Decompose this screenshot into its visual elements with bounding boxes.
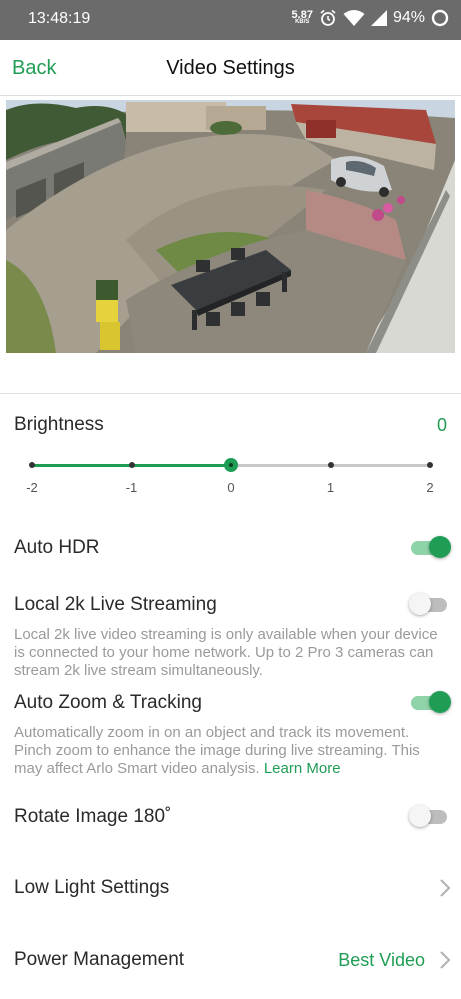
auto-zoom-toggle[interactable]: [411, 691, 451, 713]
rotate-image-label: Rotate Image 180˚: [14, 806, 172, 827]
toggle-knob: [409, 805, 431, 827]
toggle-knob: [429, 691, 451, 713]
page-title: Video Settings: [166, 57, 295, 79]
nav-bar: Back Video Settings: [0, 40, 461, 96]
slider-thumb[interactable]: [224, 458, 238, 472]
slider-tick-label: -1: [125, 480, 138, 495]
slider-tick-label: 0: [227, 480, 235, 495]
auto-zoom-description: Automatically zoom in on an object and t…: [14, 724, 444, 778]
low-light-settings-row[interactable]: Low Light Settings: [0, 862, 461, 914]
battery-icon: [431, 9, 449, 27]
slider-tick: [327, 462, 334, 468]
slider-tick: [29, 462, 35, 468]
local-2k-toggle[interactable]: [409, 593, 449, 615]
auto-hdr-toggle[interactable]: [411, 536, 451, 558]
auto-zoom-label: Auto Zoom & Tracking: [14, 692, 202, 713]
status-icons: 5.87 KB/S 94%: [292, 9, 449, 27]
slider-tick: [427, 462, 433, 468]
toggle-knob: [409, 593, 431, 615]
auto-hdr-label: Auto HDR: [14, 537, 100, 558]
network-speed-value: 5.87: [291, 8, 313, 21]
signal-icon: [370, 10, 387, 26]
brightness-label: Brightness: [14, 414, 104, 435]
wifi-icon: [343, 10, 365, 26]
network-speed-unit: KB/S: [295, 18, 310, 25]
network-speed: 5.87 KB/S: [291, 8, 313, 26]
camera-preview-image: [6, 100, 455, 353]
slider-tick-label: 2: [426, 480, 434, 495]
learn-more-link[interactable]: Learn More: [264, 760, 341, 777]
local-2k-label: Local 2k Live Streaming: [14, 594, 217, 615]
auto-zoom-description-text: Automatically zoom in on an object and t…: [14, 724, 420, 777]
power-management-row[interactable]: Power Management Best Video: [0, 934, 461, 986]
alarm-icon: [320, 9, 336, 26]
slider-tick-label: 1: [326, 480, 335, 495]
power-management-value: Best Video: [338, 950, 425, 970]
brightness-value: 0: [436, 415, 447, 435]
toggle-knob: [429, 536, 451, 558]
slider-tick-label: -2: [26, 480, 38, 495]
chevron-right-icon: [440, 879, 451, 897]
chevron-right-icon: [440, 951, 451, 969]
low-light-label: Low Light Settings: [14, 877, 170, 898]
section-divider: [0, 393, 461, 394]
local-2k-description: Local 2k live video streaming is only av…: [14, 626, 438, 679]
slider-tick: [128, 462, 135, 468]
rotate-image-toggle[interactable]: [409, 805, 449, 827]
brightness-slider[interactable]: -2 -1 0 1 2: [18, 452, 443, 502]
power-management-label: Power Management: [14, 949, 185, 970]
battery-percent: 94%: [392, 9, 425, 26]
status-bar: 13:48:19 5.87 KB/S 94%: [0, 0, 461, 40]
status-time: 13:48:19: [28, 10, 91, 27]
